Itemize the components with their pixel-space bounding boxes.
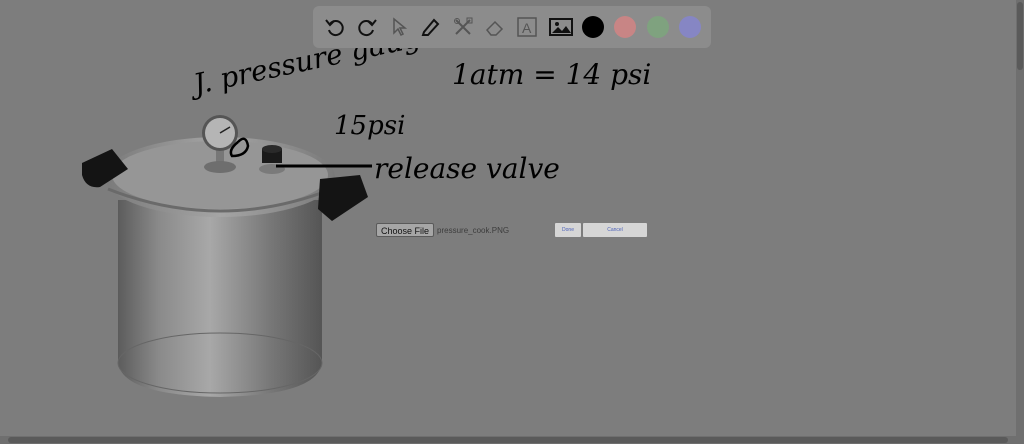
color-green-swatch[interactable]: [647, 16, 669, 38]
color-blue-swatch[interactable]: [679, 16, 701, 38]
horizontal-scroll-thumb[interactable]: [8, 437, 1008, 443]
color-black-swatch[interactable]: [582, 16, 604, 38]
choose-file-button[interactable]: Choose File: [376, 223, 435, 237]
text-icon[interactable]: A: [511, 11, 543, 43]
note-atm-equation: 1atm = 14 psi: [452, 58, 651, 91]
vertical-scroll-thumb[interactable]: [1017, 2, 1023, 70]
vertical-scrollbar[interactable]: [1016, 0, 1024, 436]
whiteboard-canvas[interactable]: J. pressure gauge 15psi 1atm = 14 psi re…: [0, 0, 1016, 436]
eraser-icon[interactable]: [479, 11, 511, 43]
horizontal-scrollbar[interactable]: [0, 436, 1024, 444]
svg-text:A: A: [522, 20, 532, 36]
cancel-button[interactable]: Cancel: [583, 223, 647, 237]
note-gauge-value: 15psi: [334, 111, 405, 141]
pen-icon[interactable]: [415, 11, 447, 43]
tools-icon[interactable]: [447, 11, 479, 43]
color-red-swatch[interactable]: [614, 16, 636, 38]
selected-filename: pressure_cook.PNG: [437, 225, 510, 235]
drawing-toolbar: A: [313, 6, 711, 48]
select-icon[interactable]: [383, 11, 415, 43]
note-release-valve: release valve: [374, 152, 560, 185]
handwriting-layer: J. pressure gauge 15psi 1atm = 14 psi re…: [186, 17, 652, 185]
redo-icon[interactable]: [351, 11, 383, 43]
file-upload-row: Choose File pressure_cook.PNG: [376, 222, 509, 238]
image-icon[interactable]: [545, 11, 577, 43]
done-button[interactable]: Done: [555, 223, 581, 237]
undo-icon[interactable]: [319, 11, 351, 43]
